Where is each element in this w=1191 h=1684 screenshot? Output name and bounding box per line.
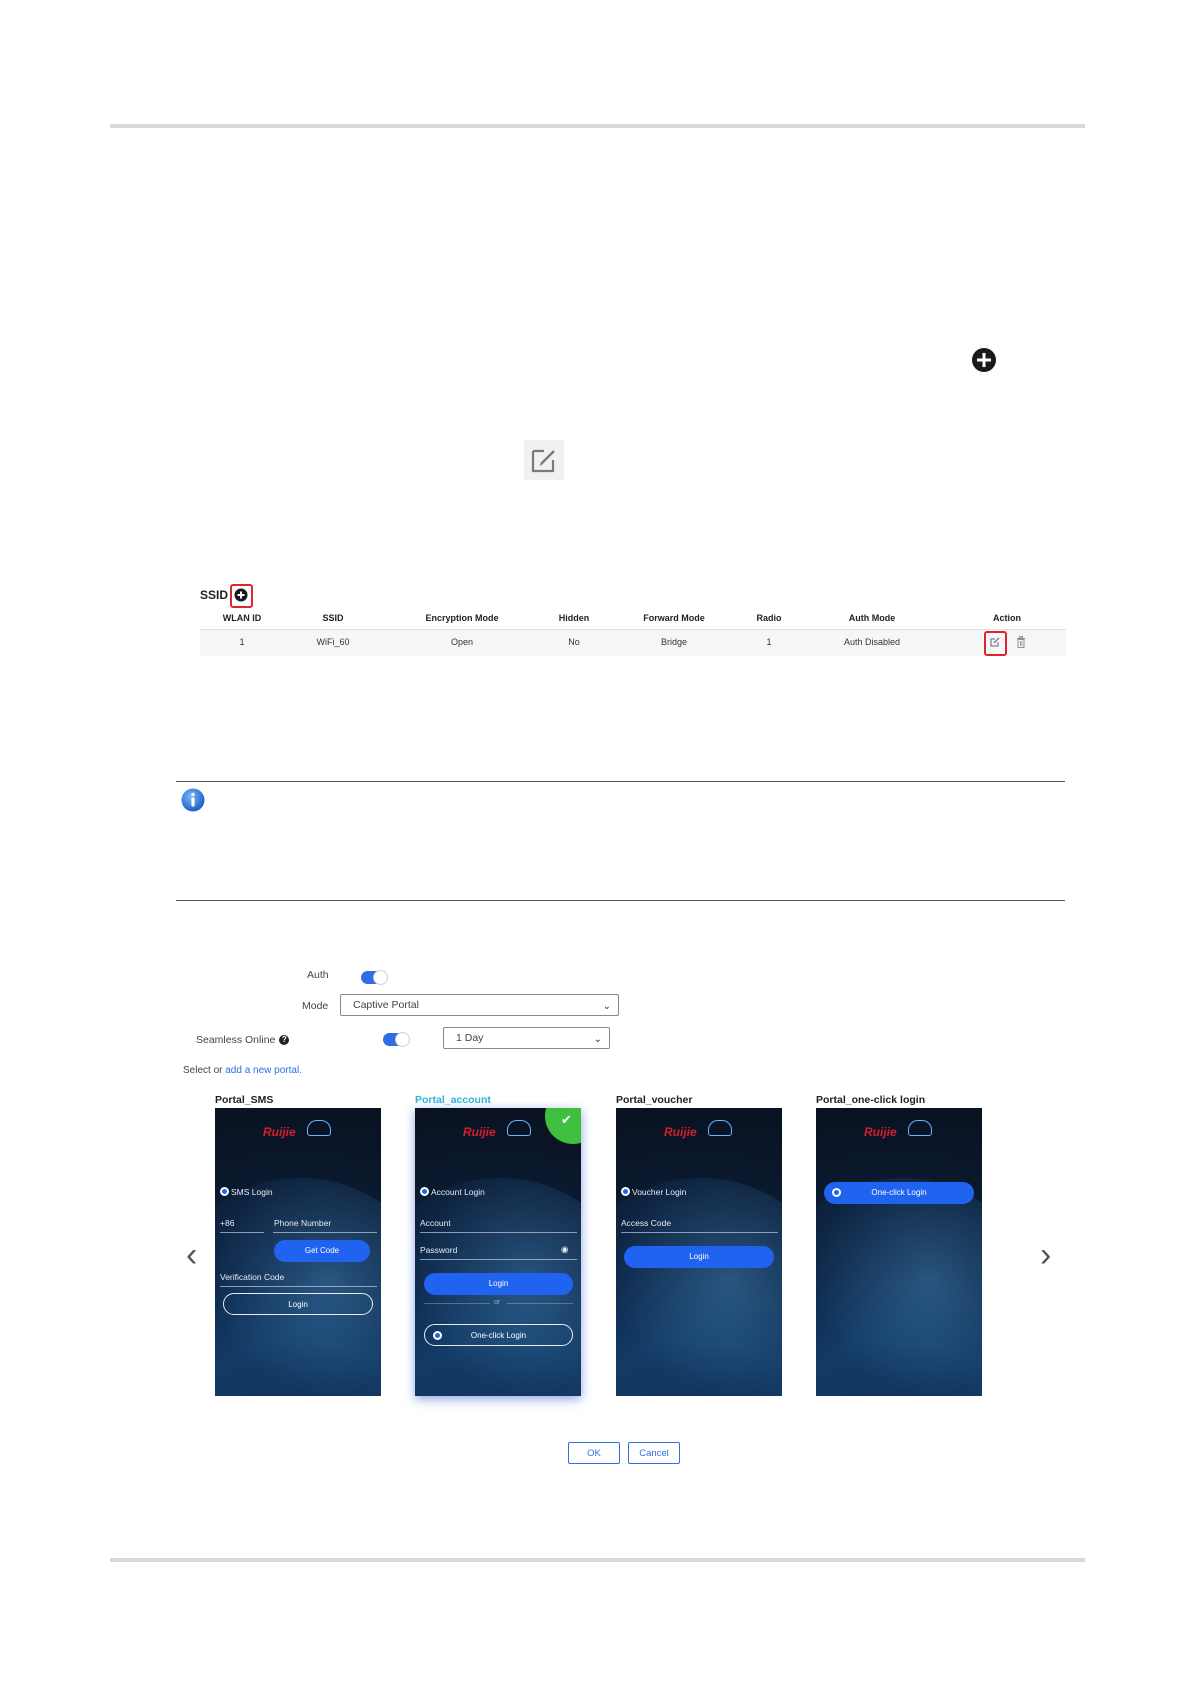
selected-check-icon: ✔ <box>545 1108 581 1144</box>
cloud-icon <box>708 1120 732 1136</box>
td-encryption: Open <box>450 637 474 647</box>
auth-label: Auth <box>307 969 329 981</box>
th-radio: Radio <box>756 613 782 623</box>
help-icon[interactable]: ? <box>279 1035 290 1045</box>
portal-card-sms[interactable]: Ruijie SMS Login +86 Phone Number Get Co… <box>215 1108 381 1396</box>
portal-account-title: Portal_account <box>415 1094 491 1106</box>
th-action: Action <box>993 613 1021 623</box>
note-top-rule <box>176 781 1065 782</box>
login-icon <box>621 1187 630 1196</box>
voucher-heading: Voucher Login <box>621 1187 686 1197</box>
row-edit-highlight <box>984 631 1007 656</box>
mode-select-value: Captive Portal <box>353 999 419 1011</box>
chevron-down-icon: ⌄ <box>602 1001 611 1012</box>
header-rule <box>110 124 1085 128</box>
select-portal-prefix: Select or <box>183 1065 223 1076</box>
voucher-login-button: Login <box>624 1246 774 1268</box>
info-icon <box>181 788 205 812</box>
seamless-label-text: Seamless Online <box>196 1034 276 1046</box>
portal-card-voucher[interactable]: Ruijie Voucher Login Access Code Login <box>616 1108 782 1396</box>
globe-image <box>215 1178 381 1396</box>
brand-logo: Ruijie <box>463 1125 496 1139</box>
brand-logo: Ruijie <box>263 1125 296 1139</box>
edit-icon <box>524 440 564 480</box>
portal-voucher-title: Portal_voucher <box>616 1094 693 1106</box>
td-radio: 1 <box>766 637 772 647</box>
seamless-duration-select[interactable]: 1 Day ⌄ <box>443 1027 610 1049</box>
carousel-next-icon[interactable]: › <box>1040 1238 1051 1272</box>
ok-button[interactable]: OK <box>568 1442 620 1464</box>
login-icon <box>832 1188 841 1197</box>
cancel-button[interactable]: Cancel <box>628 1442 680 1464</box>
globe-image <box>616 1178 782 1396</box>
divider <box>220 1286 377 1287</box>
sms-login-button: Login <box>223 1293 373 1315</box>
chevron-down-icon: ⌄ <box>593 1034 602 1045</box>
row-delete-icon[interactable] <box>1016 636 1026 648</box>
portal-card-account[interactable]: ✔ Ruijie Account Login Account Password … <box>415 1108 581 1396</box>
sms-phone-field: Phone Number <box>274 1218 332 1228</box>
portal-oneclick-title: Portal_one-click login <box>816 1094 926 1106</box>
account-field: Account <box>420 1218 451 1228</box>
footer-rule <box>110 1558 1085 1562</box>
th-wlan-id: WLAN ID <box>222 613 262 623</box>
brand-logo: Ruijie <box>664 1125 697 1139</box>
portal-card-oneclick[interactable]: Ruijie One-click Login <box>816 1108 982 1396</box>
cloud-icon <box>507 1120 531 1136</box>
portal-sms-title: Portal_SMS <box>215 1094 274 1106</box>
account-login-button: Login <box>424 1273 573 1295</box>
login-icon <box>433 1331 442 1340</box>
sms-code-field: Verification Code <box>220 1272 285 1282</box>
seamless-label: Seamless Online? <box>196 1034 290 1046</box>
divider <box>420 1259 577 1260</box>
td-ssid: WiFi_60 <box>316 637 350 647</box>
th-hidden: Hidden <box>558 613 590 623</box>
login-icon <box>220 1187 229 1196</box>
divider <box>420 1232 577 1233</box>
brand-logo: Ruijie <box>864 1125 897 1139</box>
note-bottom-rule <box>176 900 1065 901</box>
user-icon <box>420 1187 429 1196</box>
cloud-icon <box>307 1120 331 1136</box>
add-circle-icon <box>972 348 996 372</box>
sms-prefix: +86 <box>220 1218 235 1228</box>
account-oneclick-button: One-click Login <box>424 1324 573 1346</box>
td-forward: Bridge <box>660 637 688 647</box>
select-portal-hint: Select or add a new portal. <box>183 1065 302 1076</box>
divider <box>507 1303 573 1304</box>
auth-toggle[interactable] <box>361 970 388 985</box>
td-wlan-id: 1 <box>239 637 245 647</box>
password-field: Password <box>420 1245 458 1255</box>
divider <box>220 1232 264 1233</box>
account-heading: Account Login <box>420 1187 485 1197</box>
seamless-toggle-knob <box>395 1032 410 1047</box>
access-code-field: Access Code <box>621 1218 672 1228</box>
eye-icon: ◉ <box>561 1244 569 1254</box>
td-hidden: No <box>568 637 580 647</box>
th-encryption: Encryption Mode <box>425 613 499 623</box>
ssid-add-highlight <box>230 584 253 608</box>
th-ssid: SSID <box>322 613 344 623</box>
divider <box>621 1232 778 1233</box>
mode-label: Mode <box>302 1000 329 1012</box>
seamless-toggle[interactable] <box>383 1032 410 1047</box>
cloud-icon <box>908 1120 932 1136</box>
get-code-button: Get Code <box>274 1240 370 1262</box>
divider <box>424 1303 490 1304</box>
auth-toggle-knob <box>373 970 388 985</box>
globe-image <box>816 1178 982 1396</box>
add-portal-link[interactable]: add a new portal. <box>225 1065 302 1076</box>
sms-heading: SMS Login <box>220 1187 273 1197</box>
or-separator: or <box>494 1299 501 1306</box>
mode-select[interactable]: Captive Portal ⌄ <box>340 994 619 1016</box>
carousel-prev-icon[interactable]: ‹ <box>186 1238 197 1272</box>
seamless-duration-value: 1 Day <box>456 1032 484 1044</box>
divider <box>273 1232 377 1233</box>
th-forward: Forward Mode <box>643 613 705 623</box>
ssid-title: SSID <box>200 588 229 602</box>
th-auth-mode: Auth Mode <box>848 613 896 623</box>
oneclick-login-button: One-click Login <box>824 1182 974 1204</box>
td-auth-mode: Auth Disabled <box>843 637 901 647</box>
